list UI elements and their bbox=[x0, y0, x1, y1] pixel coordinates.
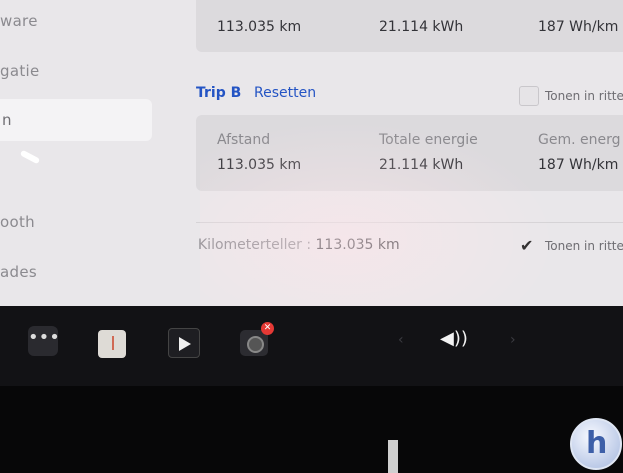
trip-a-card: 113.035 km 21.114 kWh 187 Wh/km bbox=[196, 0, 623, 52]
sidebar-item-label: ades bbox=[0, 263, 37, 281]
avg-energy-label: Gem. energ bbox=[538, 132, 621, 148]
trip-a-energy-value: 21.114 kWh bbox=[379, 19, 464, 35]
next-chevron-icon[interactable]: › bbox=[510, 332, 516, 348]
divider bbox=[196, 222, 623, 223]
trip-a-distance-value: 113.035 km bbox=[217, 19, 302, 35]
app-tile-icon[interactable] bbox=[98, 330, 126, 358]
settings-screen: ware gatie n ooth ades 113.035 km 21.114… bbox=[0, 0, 623, 306]
odometer-value: 113.035 km bbox=[315, 237, 400, 253]
settings-sidebar: ware gatie n ooth ades bbox=[0, 0, 160, 306]
trip-a-avg-value: 187 Wh/km bbox=[538, 19, 619, 35]
sidebar-item-bluetooth[interactable]: ooth bbox=[0, 213, 35, 231]
media-player-icon[interactable] bbox=[168, 328, 200, 358]
sidebar-item-label: gatie bbox=[0, 62, 40, 80]
sidebar-item-selected[interactable]: n bbox=[0, 99, 152, 141]
taskbar: ••• ✕ ‹ ◀)) › bbox=[0, 306, 623, 386]
trip-b-energy-value: 21.114 kWh bbox=[379, 157, 464, 173]
odometer-label: Kilometerteller bbox=[198, 237, 302, 253]
prev-chevron-icon[interactable]: ‹ bbox=[398, 332, 404, 348]
energy-label: Totale energie bbox=[379, 132, 478, 148]
trip-b-card: Afstand Totale energie Gem. energ 113.03… bbox=[196, 115, 623, 191]
sidebar-item-label: ware bbox=[0, 12, 38, 30]
watermark-logo-icon: h bbox=[570, 418, 622, 470]
sidebar-item-label: n bbox=[2, 111, 12, 129]
odometer-show-checkbox[interactable]: ✔ bbox=[520, 236, 533, 255]
wrench-icon bbox=[19, 149, 41, 165]
trip-b-avg-value: 187 Wh/km bbox=[538, 157, 619, 173]
trip-b-show-label: Tonen in ritte bbox=[545, 89, 623, 103]
camera-lens bbox=[247, 336, 264, 353]
distance-label: Afstand bbox=[217, 132, 271, 148]
volume-icon[interactable]: ◀)) bbox=[440, 328, 468, 349]
sidebar-item-label: ooth bbox=[0, 213, 35, 231]
reset-trip-b-button[interactable]: Resetten bbox=[254, 85, 316, 101]
sidebar-item-upgrades[interactable]: ades bbox=[0, 263, 37, 281]
sidebar-item-software[interactable]: ware bbox=[0, 12, 38, 30]
trip-b-distance-value: 113.035 km bbox=[217, 157, 302, 173]
play-icon bbox=[179, 337, 191, 351]
odometer-row: Kilometerteller : 113.035 km bbox=[198, 237, 400, 253]
odometer-show-label: Tonen in ritte bbox=[545, 239, 623, 253]
trip-b-show-checkbox[interactable] bbox=[519, 86, 539, 106]
trip-b-title: Trip B bbox=[196, 85, 242, 101]
bezel bbox=[0, 386, 623, 473]
menu-dots-icon[interactable]: ••• bbox=[28, 326, 60, 356]
camera-icon[interactable]: ✕ bbox=[240, 322, 274, 356]
reflection-stripe bbox=[388, 440, 398, 473]
camera-error-badge: ✕ bbox=[261, 322, 274, 335]
sidebar-item-navigatie[interactable]: gatie bbox=[0, 62, 40, 80]
